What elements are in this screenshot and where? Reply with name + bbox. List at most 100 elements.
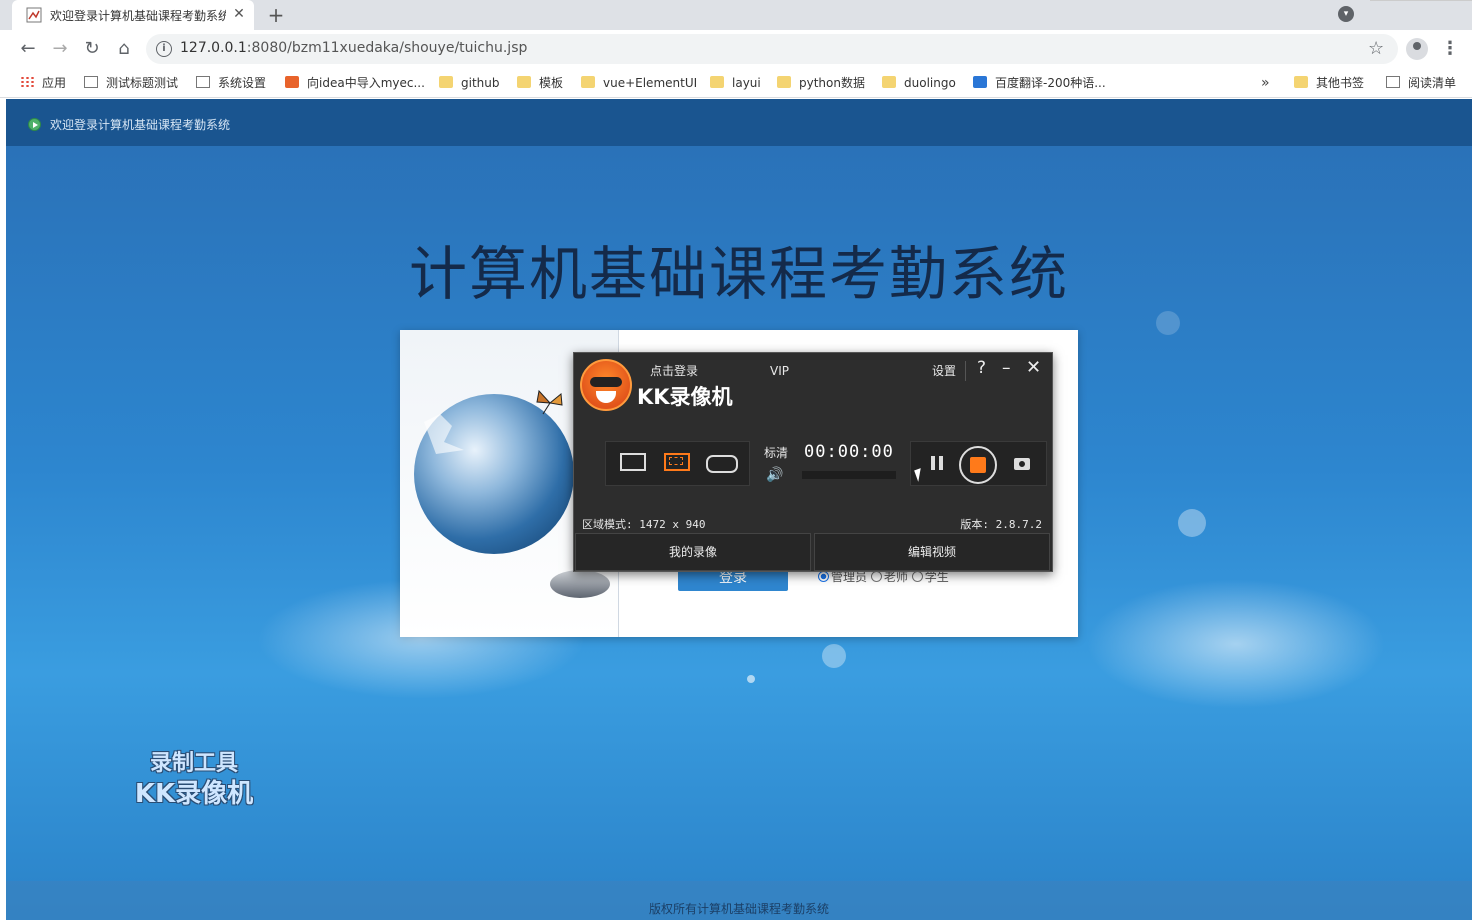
role-radio-student[interactable] <box>911 571 923 582</box>
pause-icon[interactable] <box>931 456 943 470</box>
bookmark-label: 模板 <box>539 76 564 90</box>
kk-settings-button[interactable]: 设置 <box>932 362 956 379</box>
fullscreen-mode-icon[interactable] <box>620 453 646 473</box>
watermark-line-2: KK录像机 <box>134 779 254 809</box>
orange-c-icon <box>285 76 299 88</box>
role-label: 学生 <box>924 570 949 584</box>
window-controls <box>1370 0 1472 4</box>
bookmark-folder[interactable]: duolingo <box>882 74 956 92</box>
bookmark-folder[interactable]: github <box>439 74 499 92</box>
kk-vip-badge[interactable]: VIP <box>770 364 789 378</box>
url-text: 127.0.0.1:8080/bzm11xuedaka/shouye/tuich… <box>180 40 527 56</box>
kk-mascot-logo-icon <box>580 359 632 411</box>
tab-search-icon[interactable]: ▾ <box>1338 6 1354 22</box>
url-host: 127.0.0.1 <box>180 40 247 56</box>
bookmark-item[interactable]: 系统设置 <box>196 74 266 92</box>
tab-close-icon[interactable]: ✕ <box>230 5 248 23</box>
page-header-bar: 欢迎登录计算机基础课程考勤系统 <box>6 99 1472 146</box>
other-bookmarks[interactable]: 其他书签 <box>1294 74 1364 92</box>
kk-timer: 00:00:00 <box>804 442 894 462</box>
new-tab-button[interactable]: + <box>264 3 288 27</box>
other-bookmarks-label: 其他书签 <box>1316 76 1365 90</box>
butterfly-icon <box>536 389 563 415</box>
stop-record-button[interactable] <box>959 446 997 484</box>
kk-login-link[interactable]: 点击登录 <box>650 362 698 379</box>
bookmark-label: vue+ElementUI <box>603 76 698 90</box>
bookmark-star-icon[interactable]: ☆ <box>1368 38 1384 59</box>
home-icon[interactable]: ⌂ <box>113 38 135 60</box>
role-label: 老师 <box>883 570 908 584</box>
site-info-icon[interactable]: i <box>156 41 172 57</box>
background-bokeh <box>747 675 755 683</box>
bookmark-folder[interactable]: 模板 <box>517 74 563 92</box>
bookmark-item[interactable]: 向idea中导入myec... <box>285 74 425 92</box>
url-path: :8080/bzm11xuedaka/shouye/tuichu.jsp <box>246 40 528 56</box>
background-bokeh <box>822 644 846 668</box>
folder-icon <box>882 76 896 88</box>
edit-video-button[interactable]: 编辑视频 <box>814 533 1050 571</box>
bookmark-folder[interactable]: vue+ElementUI <box>581 74 697 92</box>
bookmark-folder[interactable]: layui <box>710 74 761 92</box>
browser-tab[interactable]: 欢迎登录计算机基础课程考勤系统 ✕ <box>12 0 254 30</box>
play-bullet-icon <box>28 118 41 131</box>
apps-icon <box>20 76 34 88</box>
translate-icon <box>973 76 987 88</box>
kk-volume-bar[interactable] <box>802 471 896 479</box>
folder-icon <box>710 76 724 88</box>
speaker-icon[interactable]: 🔊 <box>766 467 783 483</box>
kk-area-mode-text: 区域模式: 1472 x 940 <box>582 518 706 531</box>
role-label: 管理员 <box>831 570 868 584</box>
reload-icon[interactable]: ↻ <box>81 38 103 60</box>
page-title: 计算机基础课程考勤系统 <box>408 240 1069 308</box>
bookmark-folder[interactable]: python数据 <box>777 74 865 92</box>
page-icon <box>196 76 210 88</box>
bookmark-label: github <box>461 76 500 90</box>
watermark-line-1: 录制工具 <box>149 751 238 776</box>
bookmark-item[interactable]: 百度翻译-200种语... <box>973 74 1106 92</box>
puzzle-globe-image <box>414 394 574 554</box>
page-favicon-icon <box>26 7 42 23</box>
bookmark-apps[interactable]: 应用 <box>20 74 66 92</box>
folder-icon <box>581 76 595 88</box>
back-icon[interactable]: ← <box>17 38 39 60</box>
kk-divider <box>965 361 966 381</box>
forward-icon[interactable]: → <box>49 38 71 60</box>
reading-list-icon <box>1386 76 1400 88</box>
computer-mouse-image <box>550 570 610 598</box>
kk-quality-select[interactable]: 标清 <box>764 444 788 461</box>
region-mode-icon[interactable] <box>664 453 690 473</box>
reading-list[interactable]: 阅读清单 <box>1386 74 1456 92</box>
profile-avatar-icon[interactable] <box>1406 38 1428 60</box>
folder-icon <box>777 76 791 88</box>
browser-tab-strip: 欢迎登录计算机基础课程考勤系统 ✕ + ▾ <box>0 0 1472 30</box>
kk-brand-title: KK录像机 <box>637 385 733 409</box>
folder-icon <box>439 76 453 88</box>
recorder-watermark: 录制工具 KK录像机 <box>124 749 264 809</box>
bookmark-item[interactable]: 测试标题测试 <box>84 74 178 92</box>
bookmark-label: 百度翻译-200种语... <box>995 76 1106 90</box>
bookmark-label: 向idea中导入myec... <box>307 76 425 90</box>
kk-minimize-icon[interactable]: – <box>1002 358 1011 378</box>
address-bar[interactable]: i 127.0.0.1:8080/bzm11xuedaka/shouye/tui… <box>146 34 1398 64</box>
bookmark-label: 系统设置 <box>218 76 267 90</box>
folder-icon <box>517 76 531 88</box>
my-recordings-button[interactable]: 我的录像 <box>575 533 811 571</box>
kk-help-icon[interactable]: ? <box>977 358 986 378</box>
kk-mode-selector <box>605 441 750 486</box>
reading-list-label: 阅读清单 <box>1408 76 1457 90</box>
bookmarks-overflow-icon[interactable]: » <box>1261 74 1270 92</box>
copyright-text: 版权所有计算机基础课程考勤系统 <box>648 902 829 916</box>
screenshot-camera-icon[interactable] <box>1014 458 1030 470</box>
kk-version-text: 版本: 2.8.7.2 <box>960 518 1042 531</box>
kk-close-icon[interactable]: ✕ <box>1026 357 1041 378</box>
welcome-text: 欢迎登录计算机基础课程考勤系统 <box>50 118 231 132</box>
page-footer: 版权所有计算机基础课程考勤系统 <box>6 881 1472 920</box>
bookmark-label: layui <box>732 76 761 90</box>
game-mode-icon[interactable] <box>706 453 738 473</box>
role-radio-teacher[interactable] <box>870 571 882 582</box>
bookmark-label: duolingo <box>904 76 956 90</box>
browser-menu-icon[interactable]: ⋮ <box>1440 38 1460 60</box>
bookmarks-bar: 应用 测试标题测试 系统设置 向idea中导入myec... github 模板… <box>0 68 1472 98</box>
tab-title: 欢迎登录计算机基础课程考勤系统 <box>50 9 226 23</box>
role-radio-admin[interactable] <box>818 571 829 582</box>
